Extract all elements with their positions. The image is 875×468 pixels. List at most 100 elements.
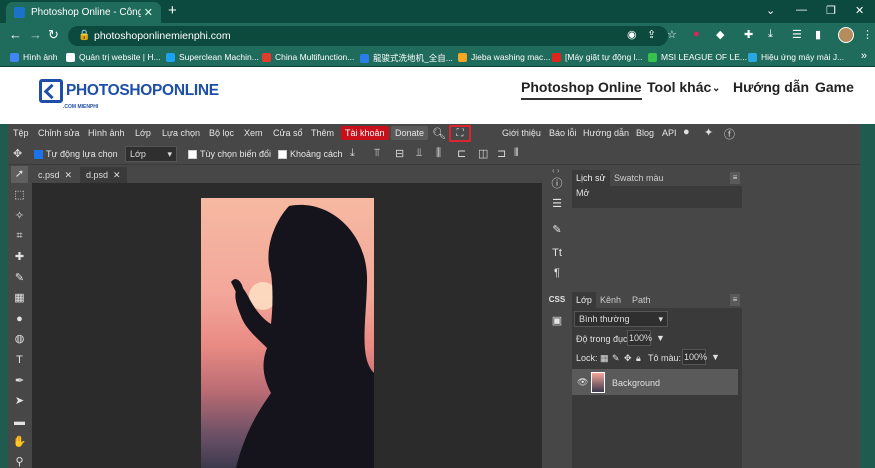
- gradient-tool-icon[interactable]: ▦: [11, 290, 28, 307]
- download-arrow-icon[interactable]: ⤓: [350, 147, 355, 160]
- fill-input[interactable]: 100%: [682, 349, 707, 365]
- bookmark-item[interactable]: 龍骏式洗地机_全自...: [360, 52, 453, 64]
- eye-icon[interactable]: 👁︎: [573, 375, 592, 390]
- lock-all-icon[interactable]: 🔒︎: [632, 351, 645, 366]
- search-icon[interactable]: 🔍︎: [432, 127, 446, 140]
- bookmark-item[interactable]: Jieba washing mac...: [458, 52, 550, 62]
- side-panel-icon[interactable]: ▮: [815, 28, 821, 41]
- menu-more[interactable]: Thêm: [311, 128, 334, 138]
- bookmark-item[interactable]: MSI LEAGUE OF LE...: [648, 52, 747, 62]
- panel-menu-icon[interactable]: ≡: [730, 294, 740, 306]
- align-right-icon[interactable]: ⊐: [497, 147, 506, 160]
- brush-settings-icon[interactable]: ✎: [547, 221, 567, 239]
- pen-tool-icon[interactable]: ✒: [11, 373, 28, 390]
- nav-huong-dan[interactable]: Hướng dẫn: [733, 79, 809, 95]
- extension-icon[interactable]: ◆: [716, 28, 724, 41]
- share-icon[interactable]: ⇪: [647, 30, 656, 41]
- spacing-checkbox[interactable]: Khoảng cách: [278, 149, 343, 159]
- close-icon[interactable]: ✕: [113, 170, 121, 180]
- donate-button[interactable]: Donate: [391, 126, 429, 140]
- menu-layer[interactable]: Lớp: [135, 128, 151, 138]
- shape-tool-icon[interactable]: ▬: [11, 414, 28, 431]
- chevron-down-icon[interactable]: ⌄: [712, 83, 720, 94]
- align-center-icon[interactable]: ◫: [478, 147, 488, 160]
- menu-view[interactable]: Xem: [244, 128, 263, 138]
- css-icon[interactable]: CSS: [547, 291, 567, 309]
- drag-handle-icon[interactable]: ‹ ›: [552, 166, 560, 175]
- layer-group-select[interactable]: Lớp ▾: [125, 146, 177, 162]
- opacity-dropdown-icon[interactable]: ▼: [652, 331, 669, 345]
- menu-guide[interactable]: Hướng dẫn: [583, 128, 629, 138]
- back-icon[interactable]: ←: [9, 28, 22, 42]
- marquee-tool-icon[interactable]: ⬚: [11, 187, 28, 204]
- minimize-icon[interactable]: —: [796, 4, 807, 16]
- download-icon[interactable]: ⤓: [768, 28, 773, 41]
- canvas-image[interactable]: [201, 198, 374, 468]
- tab-swatches[interactable]: Swatch màu: [610, 170, 668, 186]
- dodge-tool-icon[interactable]: ◍: [11, 331, 28, 348]
- bookmark-item[interactable]: Hình ảnh: [10, 52, 58, 62]
- extensions-puzzle-icon[interactable]: ✚: [744, 28, 753, 41]
- bookmarks-overflow-button[interactable]: »: [861, 50, 867, 62]
- bookmark-item[interactable]: Superclean Machin...: [166, 52, 259, 62]
- pinterest-extension-icon[interactable]: ●: [693, 28, 700, 40]
- zoom-tool-icon[interactable]: ⚲: [11, 454, 28, 468]
- close-window-icon[interactable]: ✕: [855, 4, 864, 17]
- menu-window[interactable]: Cửa sổ: [273, 128, 303, 138]
- distribute-icon[interactable]: ⫼: [436, 147, 441, 160]
- menu-select[interactable]: Lựa chọn: [162, 128, 200, 138]
- close-icon[interactable]: ✕: [65, 170, 73, 180]
- menu-about[interactable]: Giới thiệu: [502, 128, 541, 138]
- fullscreen-icon[interactable]: ⛶: [449, 125, 471, 142]
- new-tab-button[interactable]: +: [168, 3, 177, 18]
- move-tool-icon[interactable]: ✥: [13, 147, 22, 160]
- tracking-off-icon[interactable]: ◉: [627, 30, 637, 41]
- healing-tool-icon[interactable]: ✚: [11, 249, 28, 266]
- nav-photoshop-online[interactable]: Photoshop Online: [521, 79, 642, 100]
- reload-icon[interactable]: ↻: [48, 28, 59, 42]
- bookmark-item[interactable]: Quản trị website | H...: [66, 52, 161, 62]
- info-icon[interactable]: ⓘ: [547, 175, 567, 193]
- site-logo[interactable]: PHOTOSHOPONLINE .COM MIENPHI: [39, 79, 219, 110]
- fill-dropdown-icon[interactable]: ▼: [707, 350, 724, 364]
- menu-image[interactable]: Hình ảnh: [88, 128, 125, 138]
- opacity-input[interactable]: 100%: [627, 330, 652, 346]
- path-select-icon[interactable]: ➤: [11, 393, 28, 410]
- lock-icon[interactable]: 🔒: [78, 30, 90, 41]
- align-left-icon[interactable]: ⊏: [457, 147, 466, 160]
- align-middle-icon[interactable]: ⊟: [395, 147, 404, 160]
- brush-tool-icon[interactable]: ✎: [11, 270, 28, 287]
- menu-api[interactable]: API: [662, 128, 677, 138]
- magic-wand-icon[interactable]: ✧: [11, 208, 28, 225]
- bookmark-star-icon[interactable]: ☆: [667, 30, 677, 41]
- align-bottom-icon[interactable]: ⫫: [416, 147, 422, 160]
- menu-edit[interactable]: Chỉnh sửa: [38, 128, 80, 138]
- tab-channels[interactable]: Kênh: [596, 292, 625, 308]
- tab-manager-icon[interactable]: ☰: [792, 28, 802, 41]
- facebook-icon[interactable]: ⓕ: [724, 126, 735, 142]
- canvas-area[interactable]: [32, 183, 542, 468]
- menu-filter[interactable]: Bộ lọc: [209, 128, 234, 138]
- panel-menu-icon[interactable]: ≡: [730, 172, 740, 184]
- tab-search-icon[interactable]: ⌄: [766, 4, 775, 17]
- menu-report-bug[interactable]: Báo lỗi: [549, 128, 577, 138]
- address-bar[interactable]: 🔒 photoshoponlinemienphi.com: [68, 26, 668, 46]
- tab-paths[interactable]: Path: [628, 292, 655, 308]
- history-item[interactable]: Mở: [572, 186, 742, 200]
- nav-tool-khac[interactable]: Tool khác: [647, 79, 711, 95]
- transform-options-checkbox[interactable]: Tùy chọn biến đổi: [188, 149, 271, 159]
- tab-history[interactable]: Lịch sử: [572, 170, 610, 186]
- document-tab[interactable]: c.psd ✕: [32, 167, 78, 183]
- crop-tool-icon[interactable]: ⌗: [11, 228, 28, 245]
- blur-tool-icon[interactable]: ●: [11, 311, 28, 328]
- twitter-icon[interactable]: ✦: [704, 126, 713, 139]
- align-top-icon[interactable]: ⫪: [374, 147, 380, 160]
- bookmark-item[interactable]: Hiệu ứng máy mài J...: [748, 52, 844, 62]
- paragraph-icon[interactable]: ¶: [547, 264, 567, 282]
- bookmark-item[interactable]: China Multifunction...: [262, 52, 354, 62]
- menu-file[interactable]: Tệp: [13, 128, 29, 138]
- reddit-icon[interactable]: ●: [683, 126, 690, 138]
- document-tab-active[interactable]: d.psd ✕: [80, 167, 127, 183]
- image-icon[interactable]: ▣: [547, 312, 567, 330]
- restore-icon[interactable]: ❐: [826, 4, 836, 17]
